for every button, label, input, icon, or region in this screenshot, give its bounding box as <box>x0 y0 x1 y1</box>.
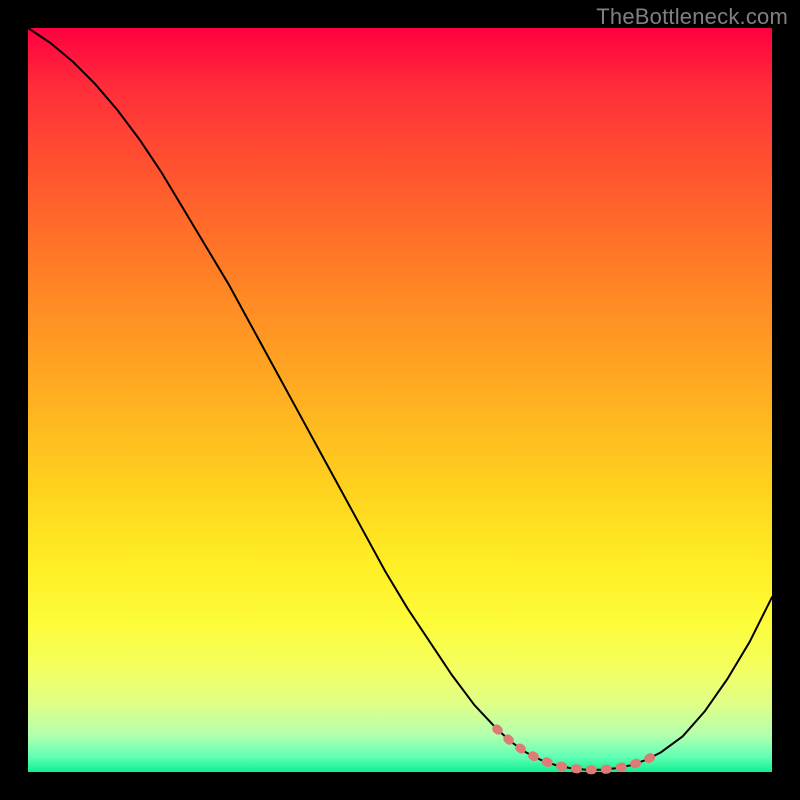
chart-curve-svg <box>28 28 772 772</box>
chart-main-curve <box>28 28 772 770</box>
watermark-text: TheBottleneck.com <box>596 4 788 30</box>
chart-marker-curve <box>497 729 661 770</box>
chart-plot-area <box>28 28 772 772</box>
